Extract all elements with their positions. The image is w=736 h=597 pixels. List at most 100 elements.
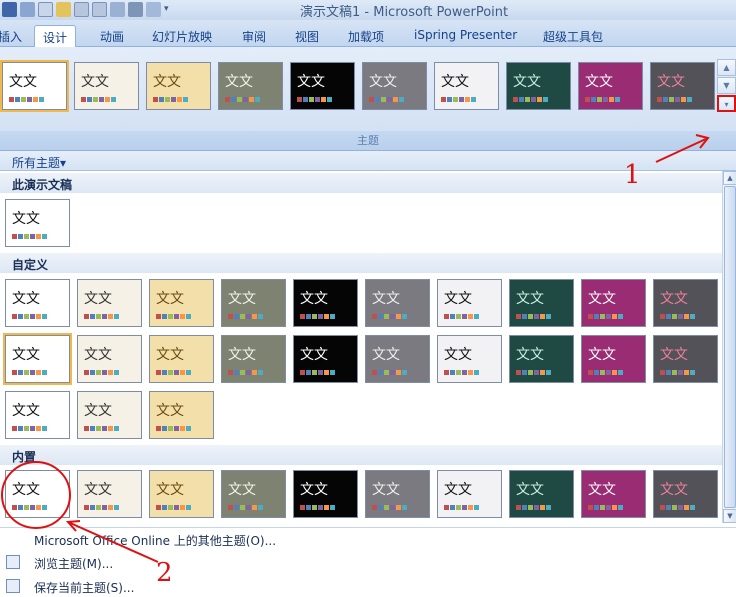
custom-theme-22[interactable]: 文文 [77,391,142,439]
custom-theme-16[interactable]: 文文 [365,335,430,383]
custom-theme-17[interactable]: 文文 [437,335,502,383]
ribbon-theme-4[interactable]: 文文 [218,62,283,110]
picture-icon[interactable] [74,2,89,17]
theme-sample-text: 文文 [156,482,184,498]
gallery-down-icon[interactable]: ▼ [717,77,736,94]
scroll-thumb[interactable] [724,186,736,508]
caption-icon[interactable] [92,2,107,17]
scroll-up-icon[interactable]: ▲ [723,171,736,185]
menu-save-theme[interactable]: 保存当前主题(S)... [0,575,736,597]
custom-theme-21[interactable]: 文文 [5,391,70,439]
ribbon-theme-1[interactable]: 文文 [0,60,69,112]
scroll-down-icon[interactable]: ▼ [723,509,736,523]
theme-color-swatches [300,505,335,510]
tab-super-toolkit[interactable]: 超级工具包 [543,25,603,47]
theme-color-swatches [228,370,263,375]
theme-sample-text: 文文 [516,482,544,498]
custom-theme-9[interactable]: 文文 [581,279,646,327]
tools-icon[interactable] [128,2,143,17]
theme-color-swatches [12,505,47,510]
custom-theme-19[interactable]: 文文 [581,335,646,383]
theme-color-swatches [81,97,116,102]
custom-theme-20[interactable]: 文文 [653,335,718,383]
tab-slideshow[interactable]: 幻灯片放映 [152,25,212,47]
theme-color-swatches [660,314,695,319]
quick-access-toolbar: ▾ [2,2,172,17]
ribbon-theme-8[interactable]: 文文 [506,62,571,110]
builtin-theme-7[interactable]: 文文 [437,470,502,518]
ribbon-theme-9[interactable]: 文文 [578,62,643,110]
gallery-up-icon[interactable]: ▲ [717,59,736,76]
theme-sample-text: 文文 [657,74,685,90]
custom-theme-7[interactable]: 文文 [437,279,502,327]
send-icon[interactable] [146,2,161,17]
ribbon-theme-6[interactable]: 文文 [362,62,427,110]
builtin-theme-4[interactable]: 文文 [221,470,286,518]
themes-dropdown-panel: 所有主题▾ 此演示文稿 自定义 内置 文文 文文 文文 文文 文文 文文 文文 文文 文文 文文文… [0,150,736,595]
theme-current[interactable]: 文文 [5,199,70,247]
ribbon-theme-2[interactable]: 文文 [74,62,139,110]
tab-review[interactable]: 审阅 [242,25,266,47]
menu-online-themes[interactable]: Microsoft Office Online 上的其他主题(O)... [0,527,736,549]
grid-icon[interactable] [38,2,53,17]
builtin-theme-9[interactable]: 文文 [581,470,646,518]
tab-design[interactable]: 设计 [34,25,77,48]
theme-sample-text: 文文 [369,74,397,90]
tab-view[interactable]: 视图 [295,25,319,47]
ribbon-theme-5[interactable]: 文文 [290,62,355,110]
builtin-theme-2[interactable]: 文文 [77,470,142,518]
menu-browse-themes-label: 浏览主题(M)... [34,557,114,571]
custom-theme-10[interactable]: 文文 [653,279,718,327]
ribbon-theme-3[interactable]: 文文 [146,62,211,110]
custom-theme-13[interactable]: 文文 [149,335,214,383]
custom-theme-18[interactable]: 文文 [509,335,574,383]
theme-color-swatches [12,426,47,431]
builtin-theme-10[interactable]: 文文 [653,470,718,518]
print-preview-icon[interactable] [20,2,35,17]
custom-theme-8[interactable]: 文文 [509,279,574,327]
builtin-theme-8[interactable]: 文文 [509,470,574,518]
format-painter-icon[interactable] [56,2,71,17]
custom-theme-12[interactable]: 文文 [77,335,142,383]
tab-animation[interactable]: 动画 [100,25,124,47]
custom-theme-23[interactable]: 文文 [149,391,214,439]
theme-sample-text: 文文 [156,291,184,307]
theme-sample-text: 文文 [228,482,256,498]
theme-color-swatches [156,426,191,431]
shapes-icon[interactable] [110,2,125,17]
theme-color-swatches [441,97,476,102]
custom-theme-1[interactable]: 文文 [5,279,70,327]
custom-theme-4[interactable]: 文文 [221,279,286,327]
builtin-theme-5[interactable]: 文文 [293,470,358,518]
theme-sample-text: 文文 [588,347,616,363]
custom-theme-15[interactable]: 文文 [293,335,358,383]
menu-browse-themes[interactable]: 浏览主题(M)... [0,551,736,573]
custom-theme-5[interactable]: 文文 [293,279,358,327]
theme-color-swatches [300,314,335,319]
custom-theme-6[interactable]: 文文 [365,279,430,327]
gallery-more-icon[interactable]: ▾ [717,95,736,112]
save-icon[interactable] [2,2,17,17]
theme-sample-text: 文文 [81,74,109,90]
tab-addins[interactable]: 加载项 [348,25,384,47]
annotation-label-1: 1 [624,160,641,190]
ribbon-theme-10[interactable]: 文文 [650,62,715,110]
title-bar: ▾ 演示文稿1 - Microsoft PowerPoint [0,0,736,20]
tab-ispring[interactable]: iSpring Presenter [414,25,517,47]
custom-theme-14[interactable]: 文文 [221,335,286,383]
theme-color-swatches [156,370,191,375]
tab-insert[interactable]: 插入 [0,25,22,47]
custom-theme-11[interactable]: 文文 [3,333,72,385]
theme-color-swatches [153,97,188,102]
builtin-theme-6[interactable]: 文文 [365,470,430,518]
custom-theme-3[interactable]: 文文 [149,279,214,327]
custom-theme-2[interactable]: 文文 [77,279,142,327]
theme-color-swatches [516,505,551,510]
ribbon-theme-7[interactable]: 文文 [434,62,499,110]
customize-qat-icon[interactable]: ▾ [164,2,172,17]
builtin-theme-1[interactable]: 文文 [5,470,70,518]
panel-scrollbar[interactable]: ▲ ▼ [722,171,736,523]
theme-sample-text: 文文 [588,482,616,498]
builtin-theme-3[interactable]: 文文 [149,470,214,518]
theme-color-swatches [228,505,263,510]
